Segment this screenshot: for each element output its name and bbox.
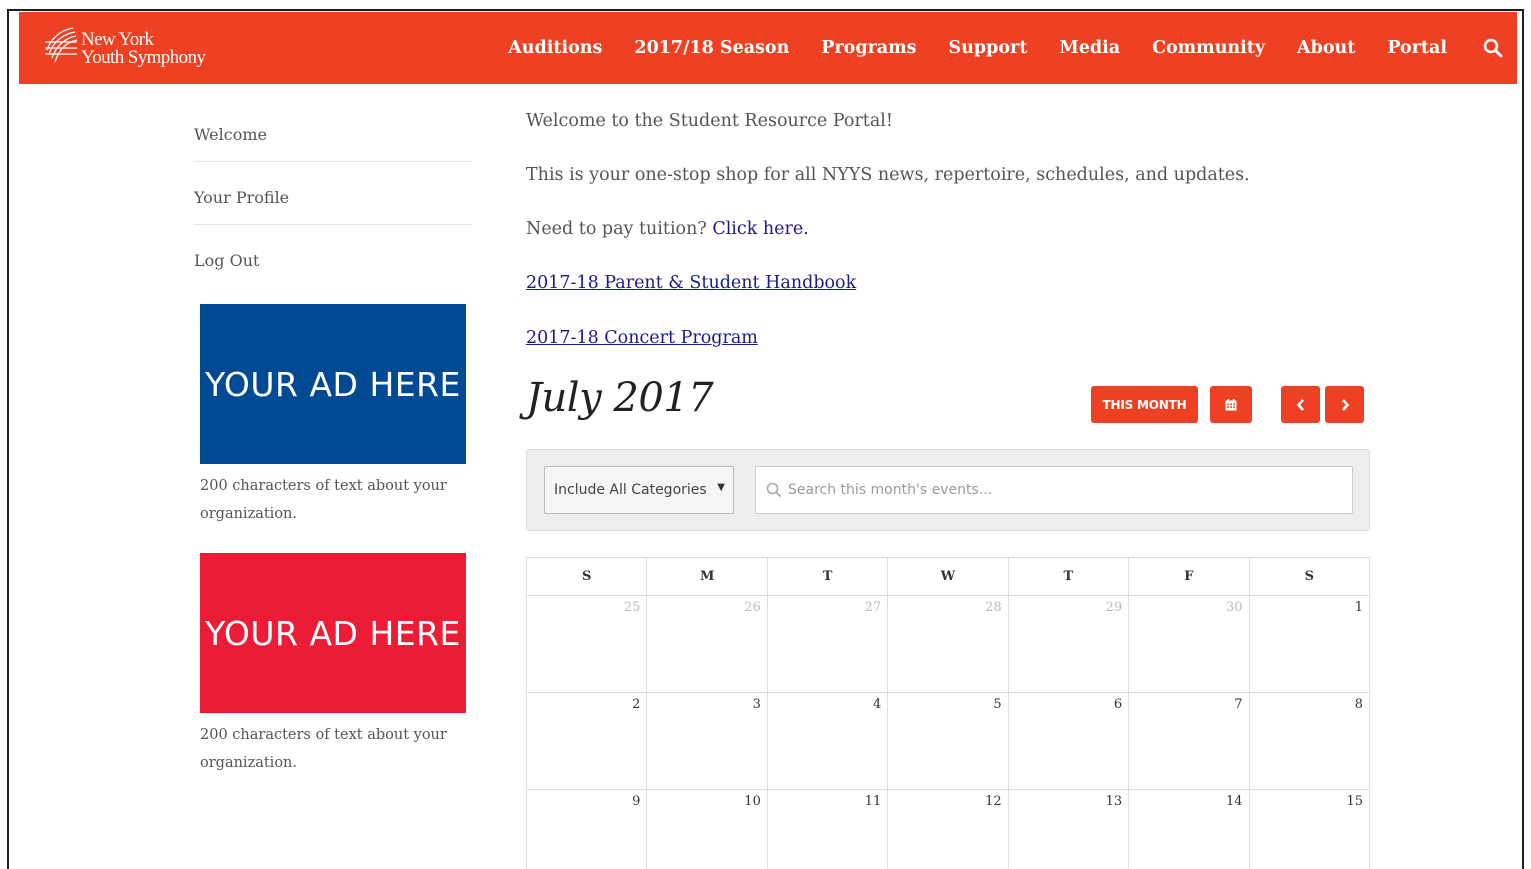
- browser-frame: New York Youth Symphony Auditions 2017/1…: [7, 9, 1524, 869]
- calendar-day-cell[interactable]: 10: [647, 790, 767, 869]
- ad-description: 200 characters of text about your organi…: [200, 472, 470, 528]
- sidebar-link-your-profile[interactable]: Your Profile: [194, 162, 472, 225]
- nav-about[interactable]: About: [1297, 38, 1355, 58]
- calendar-day-cell[interactable]: 25: [527, 596, 647, 693]
- category-select[interactable]: Include All Categories ▼: [544, 466, 734, 514]
- search-icon[interactable]: [1483, 38, 1503, 58]
- calendar-day-cell[interactable]: 5: [888, 693, 1008, 790]
- weekday-sun: S: [527, 558, 647, 596]
- tuition-text: Need to pay tuition? Click here.: [526, 219, 809, 239]
- tuition-prefix: Need to pay tuition?: [526, 219, 707, 239]
- search-icon: [766, 482, 782, 498]
- chevron-left-icon[interactable]: [1281, 386, 1320, 423]
- weekday-tue: T: [767, 558, 887, 596]
- calendar-month-title: July 2017: [526, 375, 713, 421]
- sidebar-link-log-out[interactable]: Log Out: [194, 225, 472, 288]
- calendar-day-cell[interactable]: 14: [1129, 790, 1249, 869]
- nav-support[interactable]: Support: [949, 38, 1028, 58]
- welcome-text: Welcome to the Student Resource Portal!: [526, 111, 893, 131]
- handbook-link[interactable]: 2017-18 Parent & Student Handbook: [526, 273, 856, 293]
- this-month-button[interactable]: THIS MONTH: [1091, 386, 1198, 423]
- calendar-day-cell[interactable]: 9: [527, 790, 647, 869]
- ad-banner-blue[interactable]: YOUR AD HERE: [200, 304, 466, 464]
- nav-auditions[interactable]: Auditions: [508, 38, 602, 58]
- nav-portal[interactable]: Portal: [1387, 38, 1447, 58]
- calendar-day-cell[interactable]: 30: [1129, 596, 1249, 693]
- calendar-day-cell[interactable]: 15: [1249, 790, 1369, 869]
- logo-text-line2: Youth Symphony: [81, 47, 205, 69]
- sidebar: Welcome Your Profile Log Out YOUR AD HER…: [194, 99, 472, 288]
- calendar-grid: S M T W T F S 25262728293012345678910111…: [526, 557, 1370, 869]
- site-logo[interactable]: New York Youth Symphony: [43, 22, 243, 74]
- calendar-day-cell[interactable]: 26: [647, 596, 767, 693]
- tuition-link[interactable]: Click here.: [712, 219, 808, 239]
- calendar-day-cell[interactable]: 7: [1129, 693, 1249, 790]
- sidebar-link-welcome[interactable]: Welcome: [194, 99, 472, 162]
- ad-banner-red[interactable]: YOUR AD HERE: [200, 553, 466, 713]
- nav-community[interactable]: Community: [1152, 38, 1265, 58]
- category-select-value: Include All Categories: [554, 482, 707, 498]
- weekday-sat: S: [1249, 558, 1369, 596]
- weekday-fri: F: [1129, 558, 1249, 596]
- calendar-day-cell[interactable]: 11: [767, 790, 887, 869]
- intro-text: This is your one-stop shop for all NYYS …: [526, 165, 1250, 185]
- calendar-day-cell[interactable]: 4: [767, 693, 887, 790]
- calendar-week-row: 2526272829301: [527, 596, 1370, 693]
- calendar-day-cell[interactable]: 8: [1249, 693, 1369, 790]
- nav-season[interactable]: 2017/18 Season: [634, 38, 789, 58]
- weekday-thu: T: [1008, 558, 1128, 596]
- weekday-mon: M: [647, 558, 767, 596]
- ad-description: 200 characters of text about your organi…: [200, 721, 470, 777]
- calendar-day-cell[interactable]: 3: [647, 693, 767, 790]
- calendar-filter-bar: Include All Categories ▼: [526, 449, 1370, 531]
- main-nav: Auditions 2017/18 Season Programs Suppor…: [508, 12, 1517, 84]
- calendar-body: 252627282930123456789101112131415: [527, 596, 1370, 869]
- nav-programs[interactable]: Programs: [821, 38, 916, 58]
- calendar-day-cell[interactable]: 29: [1008, 596, 1128, 693]
- site-header: New York Youth Symphony Auditions 2017/1…: [19, 12, 1517, 84]
- calendar-icon[interactable]: [1210, 386, 1252, 423]
- calendar-day-cell[interactable]: 1: [1249, 596, 1369, 693]
- event-search-box[interactable]: [755, 466, 1353, 514]
- calendar-day-cell[interactable]: 12: [888, 790, 1008, 869]
- calendar-week-row: 2345678: [527, 693, 1370, 790]
- caret-down-icon: ▼: [717, 482, 725, 493]
- calendar-day-cell[interactable]: 2: [527, 693, 647, 790]
- event-search-input[interactable]: [788, 482, 1328, 498]
- nav-media[interactable]: Media: [1059, 38, 1120, 58]
- calendar-day-cell[interactable]: 6: [1008, 693, 1128, 790]
- weekday-header-row: S M T W T F S: [527, 558, 1370, 596]
- calendar-day-cell[interactable]: 28: [888, 596, 1008, 693]
- chevron-right-icon[interactable]: [1325, 386, 1364, 423]
- calendar-day-cell[interactable]: 27: [767, 596, 887, 693]
- logo-emblem-icon: [43, 24, 79, 68]
- calendar-week-row: 9101112131415: [527, 790, 1370, 869]
- concert-program-link[interactable]: 2017-18 Concert Program: [526, 328, 758, 348]
- calendar-day-cell[interactable]: 13: [1008, 790, 1128, 869]
- weekday-wed: W: [888, 558, 1008, 596]
